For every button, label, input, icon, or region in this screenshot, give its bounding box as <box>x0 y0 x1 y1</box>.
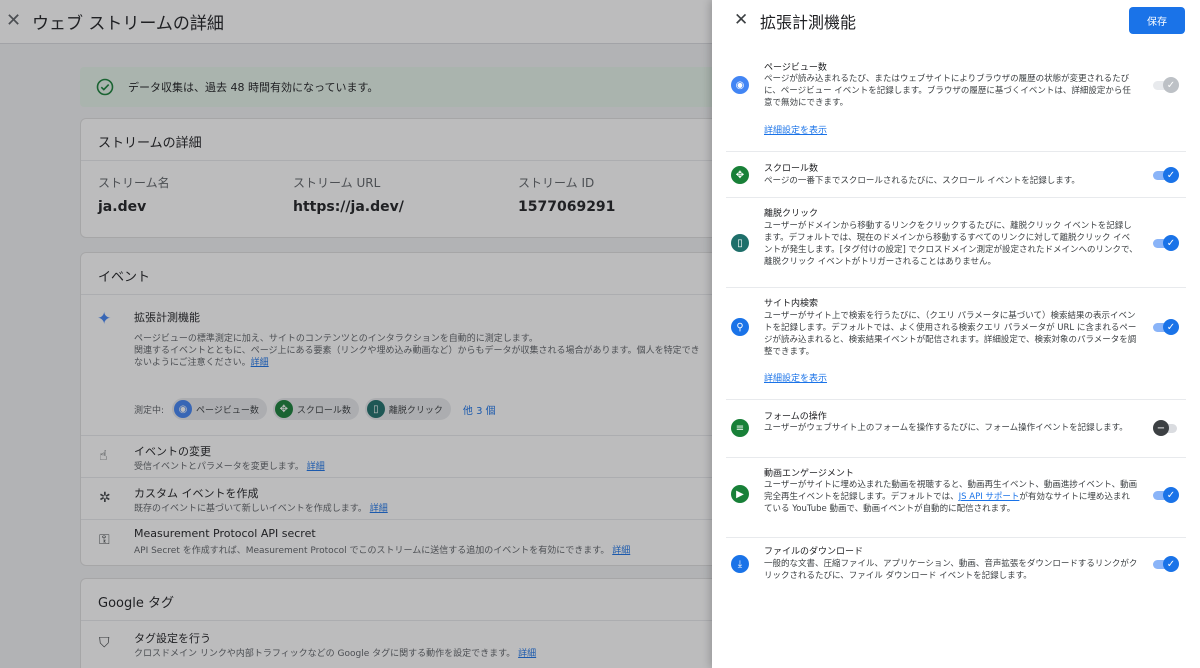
setting-scrolls-description: ページの一番下までスクロールされるたびに、スクロール イベントを記録します。 <box>764 176 1080 186</box>
search-icon: ⚲ <box>731 318 749 336</box>
video-engagement-toggle[interactable]: ✓ <box>1153 485 1179 505</box>
check-icon: ✓ <box>1163 167 1179 183</box>
setting-video-engagement-description: ユーザーがサイトに埋め込まれた動画を視聴すると、動画再生イベント、動画進捗イベン… <box>764 479 1138 515</box>
outbound-clicks-toggle[interactable]: ✓ <box>1153 233 1179 253</box>
mouse-icon: ▯ <box>731 234 749 252</box>
scroll-icon: ✥ <box>731 166 749 184</box>
download-icon: ⤓ <box>731 555 749 573</box>
setting-site-search-title: サイト内検索 <box>764 299 819 309</box>
setting-scrolls-title: スクロール数 <box>764 164 819 174</box>
setting-page-views: ◉ ページビュー数 ページが読み込まれるたび、またはウェブサイトによりブラウザの… <box>726 57 1186 152</box>
setting-video-engagement-title: 動画エンゲージメント <box>764 469 854 479</box>
check-icon: ✓ <box>1163 487 1179 503</box>
setting-page-views-title: ページビュー数 <box>764 63 827 73</box>
setting-form-interactions-description: ユーザーがウェブサイト上のフォームを操作するたびに、フォーム操作イベントを記録し… <box>764 423 1128 433</box>
setting-outbound-clicks: ▯ 離脱クリック ユーザーがドメインから移動するリンクをクリックするたびに、離脱… <box>726 198 1186 288</box>
setting-site-search: ⚲ サイト内検索 ユーザーがサイト上で検索を行うたびに、（クエリ パラメータに基… <box>726 288 1186 400</box>
setting-form-interactions: ≡ フォームの操作 ユーザーがウェブサイト上のフォームを操作するたびに、フォーム… <box>726 400 1186 458</box>
setting-form-interactions-title: フォームの操作 <box>764 412 827 422</box>
js-api-support-link[interactable]: JS API サポート <box>959 492 1020 502</box>
form-icon: ≡ <box>731 419 749 437</box>
panel-title: 拡張計測機能 <box>760 13 857 32</box>
setting-outbound-clicks-title: 離脱クリック <box>764 209 819 219</box>
setting-file-downloads-title: ファイルのダウンロード <box>764 547 864 557</box>
form-interactions-toggle[interactable]: − <box>1153 418 1179 438</box>
panel-header: ✕ 拡張計測機能 保存 <box>712 0 1200 40</box>
check-icon: ✓ <box>1163 319 1179 335</box>
setting-file-downloads-description: 一般的な文書、圧縮ファイル、アプリケーション、動画、音声拡張をダウンロードするリ… <box>764 559 1138 581</box>
check-icon: ✓ <box>1163 77 1179 93</box>
page-views-toggle[interactable]: ✓ <box>1153 75 1179 95</box>
scrolls-toggle[interactable]: ✓ <box>1153 165 1179 185</box>
page-views-advanced-link[interactable]: 詳細設定を表示 <box>764 123 827 136</box>
check-icon: ✓ <box>1163 556 1179 572</box>
close-icon[interactable]: ✕ <box>734 10 748 30</box>
minus-icon: − <box>1153 420 1169 436</box>
setting-page-views-description: ページが読み込まれるたび、またはウェブサイトによりブラウザの履歴の状態が変更され… <box>764 74 1131 108</box>
enhanced-measurement-panel: ✕ 拡張計測機能 保存 ◉ ページビュー数 ページが読み込まれるたび、またはウェ… <box>712 0 1200 668</box>
site-search-toggle[interactable]: ✓ <box>1153 317 1179 337</box>
setting-scrolls: ✥ スクロール数 ページの一番下までスクロールされるたびに、スクロール イベント… <box>726 152 1186 198</box>
site-search-advanced-link[interactable]: 詳細設定を表示 <box>764 371 827 384</box>
save-button[interactable]: 保存 <box>1129 7 1185 34</box>
file-downloads-toggle[interactable]: ✓ <box>1153 554 1179 574</box>
play-icon: ▶ <box>731 485 749 503</box>
setting-video-engagement: ▶ 動画エンゲージメント ユーザーがサイトに埋め込まれた動画を視聴すると、動画再… <box>726 458 1186 538</box>
setting-file-downloads: ⤓ ファイルのダウンロード 一般的な文書、圧縮ファイル、アプリケーション、動画、… <box>726 538 1186 594</box>
eye-icon: ◉ <box>731 76 749 94</box>
setting-site-search-description: ユーザーがサイト上で検索を行うたびに、（クエリ パラメータに基づいて）検索結果の… <box>764 311 1137 357</box>
check-icon: ✓ <box>1163 235 1179 251</box>
setting-outbound-clicks-description: ユーザーがドメインから移動するリンクをクリックするたびに、離脱クリック イベント… <box>764 221 1138 267</box>
